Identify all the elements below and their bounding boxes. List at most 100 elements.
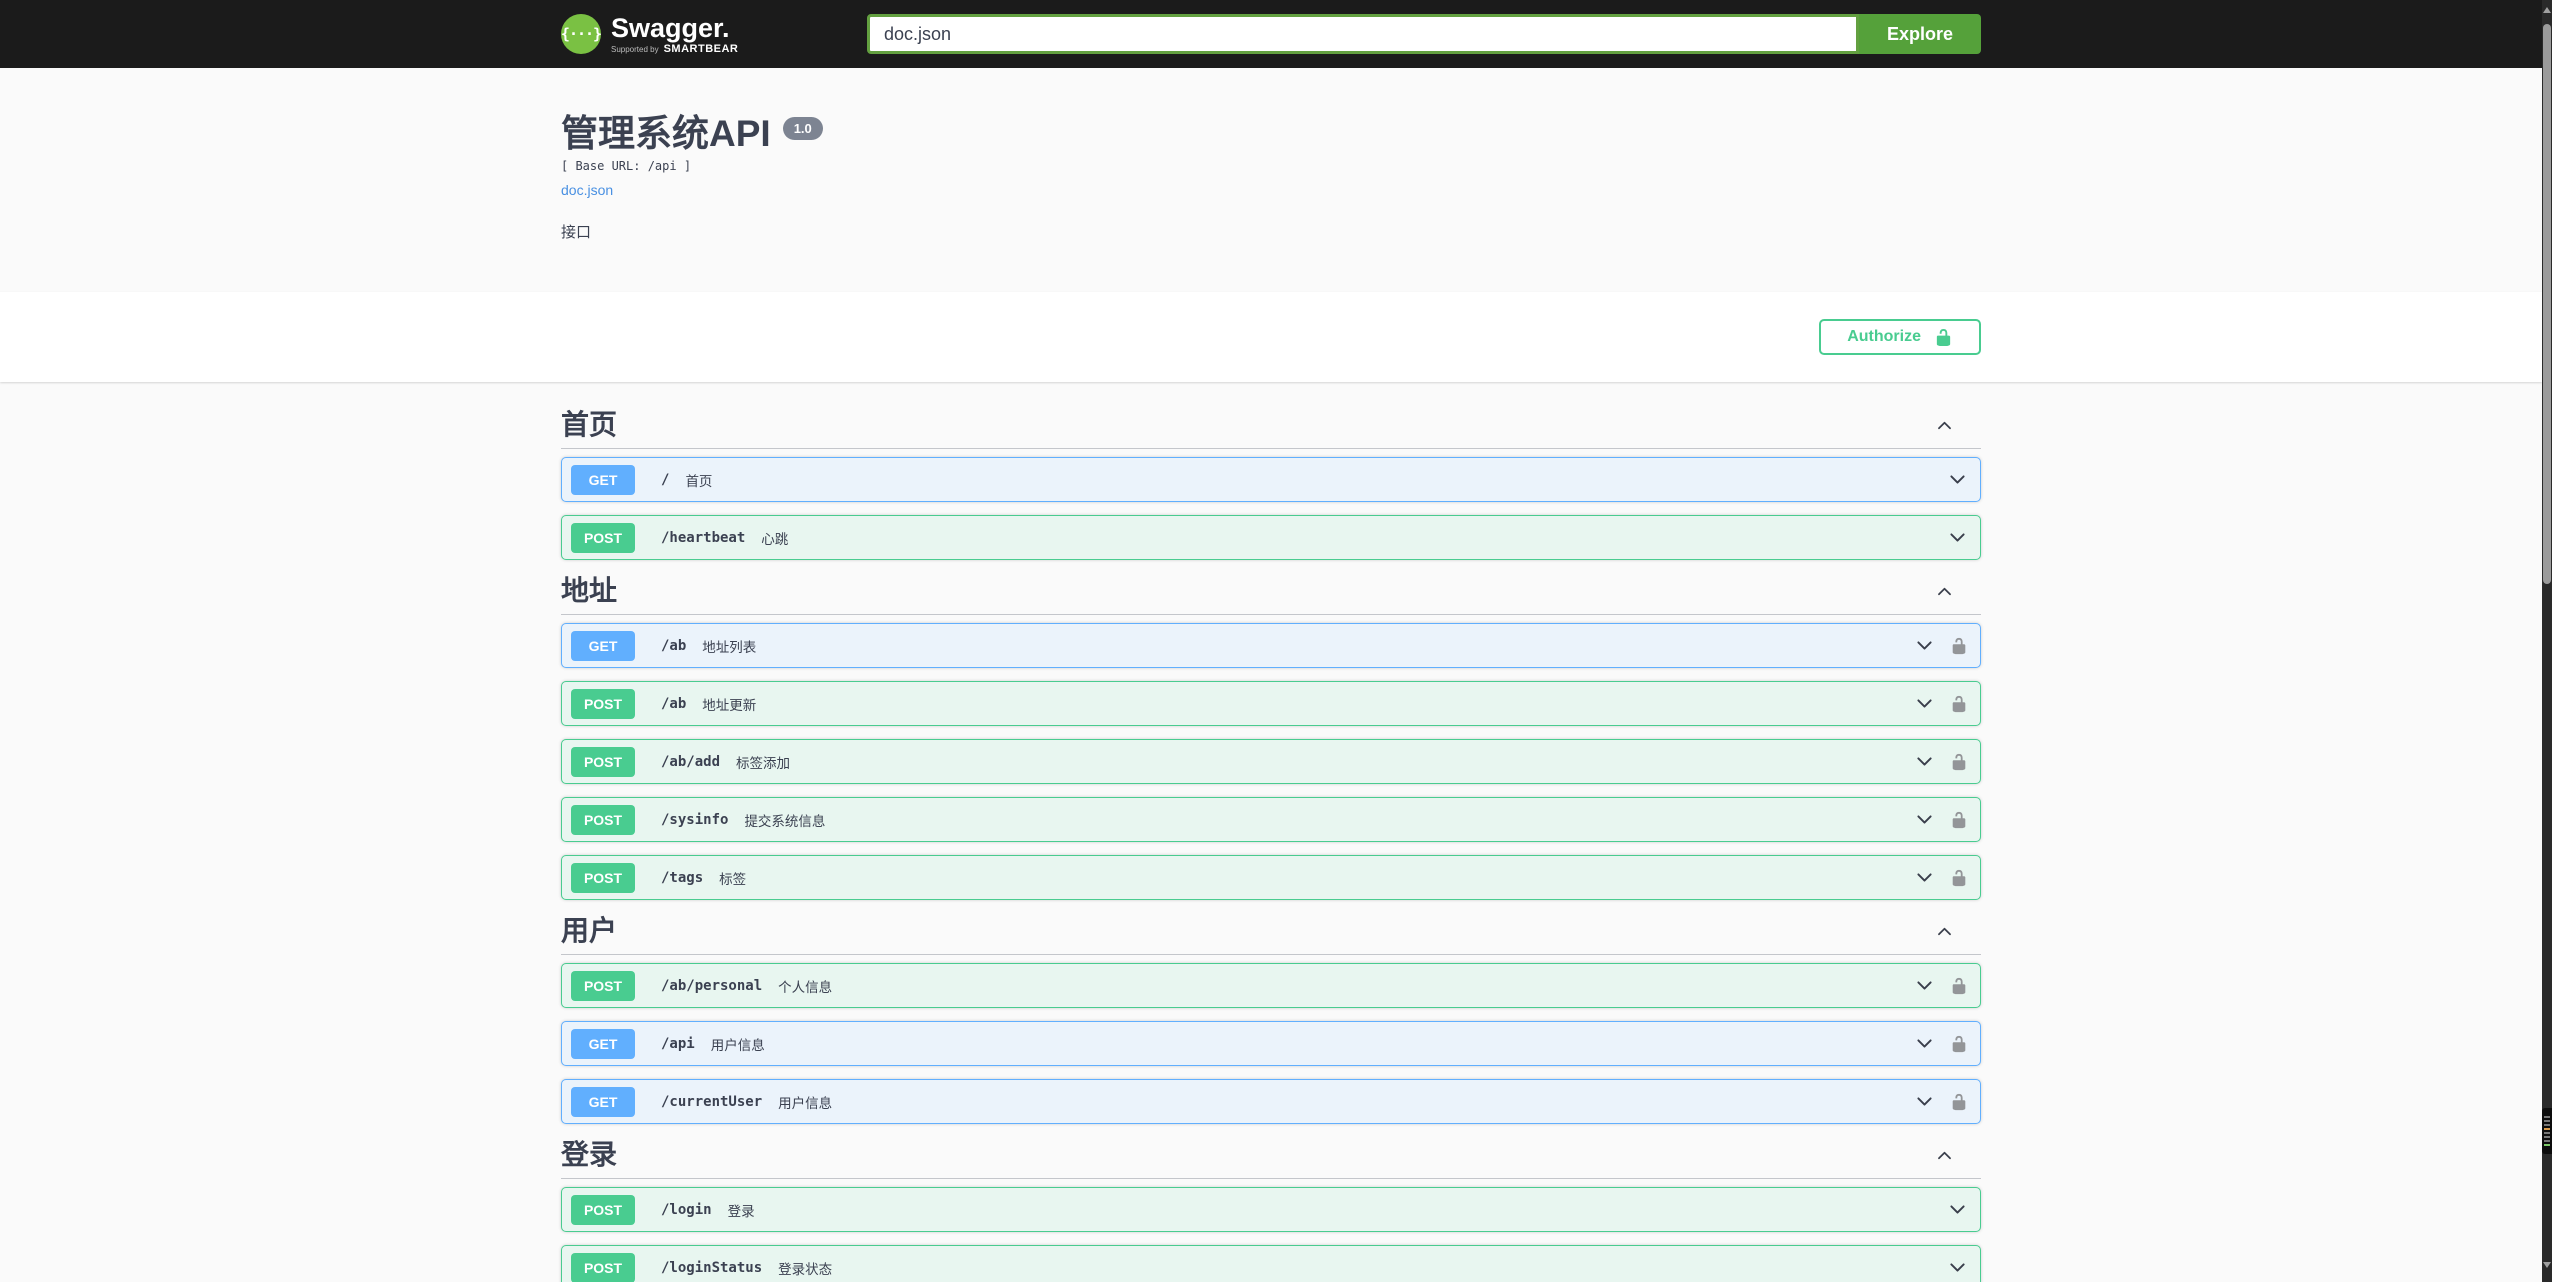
endpoint-path: /sysinfo xyxy=(661,811,729,828)
swagger-logo[interactable]: {···} Swagger. Supported by SMARTBEAR xyxy=(561,14,738,55)
endpoint-summary: 地址列表 xyxy=(702,639,757,655)
endpoint-row[interactable]: POST /login 登录 xyxy=(561,1187,1981,1232)
section-header[interactable]: 用户 xyxy=(561,913,1981,955)
method-badge: POST xyxy=(571,804,635,835)
logo-braces-glyph: {···} xyxy=(560,25,602,43)
chevron-up-icon[interactable] xyxy=(1935,1146,1954,1165)
endpoint-row[interactable]: POST /loginStatus 登录状态 xyxy=(561,1245,1981,1282)
lock-icon[interactable] xyxy=(1950,811,1968,829)
api-section: 地址 GET /ab 地址列表 POST /ab 地址更新 POST /ab/a… xyxy=(561,573,1981,900)
version-badge: 1.0 xyxy=(782,117,823,140)
chevron-up-icon[interactable] xyxy=(1935,922,1954,941)
method-badge: POST xyxy=(571,746,635,777)
authorize-label: Authorize xyxy=(1847,328,1921,345)
endpoint-row[interactable]: POST /ab/personal 个人信息 xyxy=(561,963,1981,1008)
endpoint-row[interactable]: GET /api 用户信息 xyxy=(561,1021,1981,1066)
endpoint-row[interactable]: GET /currentUser 用户信息 xyxy=(561,1079,1981,1124)
api-section: 首页 GET / 首页 POST /heartbeat 心跳 xyxy=(561,407,1981,560)
chevron-down-icon[interactable] xyxy=(1914,1033,1935,1054)
spec-url-input[interactable] xyxy=(867,14,1859,54)
explore-button[interactable]: Explore xyxy=(1859,14,1981,54)
section-title: 首页 xyxy=(561,409,618,440)
api-title-text: 管理系统API xyxy=(561,113,771,154)
endpoint-path: /ab/personal xyxy=(661,977,763,994)
endpoint-summary: 登录 xyxy=(727,1203,755,1219)
lock-icon[interactable] xyxy=(1950,695,1968,713)
lock-icon[interactable] xyxy=(1950,869,1968,887)
base-url: [ Base URL: /api ] xyxy=(561,159,692,173)
chevron-down-icon[interactable] xyxy=(1947,1199,1968,1220)
endpoint-path: /ab/add xyxy=(661,753,721,770)
section-title: 用户 xyxy=(561,915,618,946)
endpoint-summary: 用户信息 xyxy=(710,1037,765,1053)
lock-icon[interactable] xyxy=(1950,1093,1968,1111)
endpoint-row[interactable]: GET / 首页 xyxy=(561,457,1981,502)
scheme-container: Authorize xyxy=(0,292,2542,382)
endpoint-summary: 登录状态 xyxy=(778,1261,833,1277)
endpoint-row[interactable]: POST /sysinfo 提交系统信息 xyxy=(561,797,1981,842)
topbar: {···} Swagger. Supported by SMARTBEAR Ex… xyxy=(0,0,2542,68)
lock-icon[interactable] xyxy=(1950,1035,1968,1053)
chevron-down-icon[interactable] xyxy=(1914,635,1935,656)
method-badge: GET xyxy=(571,1086,635,1117)
endpoint-path: /login xyxy=(661,1201,712,1218)
endpoint-row[interactable]: POST /heartbeat 心跳 xyxy=(561,515,1981,560)
authorize-button[interactable]: Authorize xyxy=(1819,319,1981,355)
swagger-logo-icon: {···} xyxy=(560,14,602,54)
section-title: 登录 xyxy=(561,1139,618,1170)
endpoint-summary: 个人信息 xyxy=(778,979,833,995)
swagger-ui-page: {···} Swagger. Supported by SMARTBEAR Ex… xyxy=(0,0,2542,1282)
endpoint-row[interactable]: POST /ab 地址更新 xyxy=(561,681,1981,726)
method-badge: POST xyxy=(571,862,635,893)
chevron-down-icon[interactable] xyxy=(1914,1091,1935,1112)
chevron-down-icon[interactable] xyxy=(1947,469,1968,490)
endpoint-row[interactable]: GET /ab 地址列表 xyxy=(561,623,1981,668)
lock-icon[interactable] xyxy=(1950,977,1968,995)
lock-icon[interactable] xyxy=(1950,753,1968,771)
endpoint-path: /ab xyxy=(661,637,687,654)
spec-link[interactable]: doc.json xyxy=(561,182,613,198)
endpoint-path: /heartbeat xyxy=(661,529,746,546)
scrollbar-down-button[interactable] xyxy=(2543,1262,2551,1268)
method-badge: POST xyxy=(571,1194,635,1225)
section-header[interactable]: 登录 xyxy=(561,1137,1981,1179)
endpoint-summary: 地址更新 xyxy=(702,697,757,713)
unlock-icon xyxy=(1936,328,1951,346)
method-badge: GET xyxy=(571,464,635,495)
endpoint-path: /ab xyxy=(661,695,687,712)
api-info-section: 管理系统API 1.0 [ Base URL: /api ] doc.json … xyxy=(0,68,2542,292)
lock-icon[interactable] xyxy=(1950,637,1968,655)
section-header[interactable]: 首页 xyxy=(561,407,1981,449)
logo-tagline: Supported by SMARTBEAR xyxy=(611,42,739,55)
chevron-down-icon[interactable] xyxy=(1947,527,1968,548)
endpoint-list: POST /ab/personal 个人信息 GET /api 用户信息 GET… xyxy=(561,955,1981,1124)
section-header[interactable]: 地址 xyxy=(561,573,1981,615)
logo-wordmark: Swagger. xyxy=(611,12,730,43)
chevron-down-icon[interactable] xyxy=(1914,751,1935,772)
method-badge: GET xyxy=(571,630,635,661)
chevron-down-icon[interactable] xyxy=(1914,809,1935,830)
endpoint-path: /tags xyxy=(661,869,704,886)
method-badge: POST xyxy=(571,688,635,719)
chevron-up-icon[interactable] xyxy=(1935,416,1954,435)
section-title: 地址 xyxy=(561,575,618,606)
endpoint-list: GET / 首页 POST /heartbeat 心跳 xyxy=(561,449,1981,560)
endpoint-path: /currentUser xyxy=(661,1093,763,1110)
chevron-down-icon[interactable] xyxy=(1914,975,1935,996)
chevron-down-icon[interactable] xyxy=(1914,693,1935,714)
chevron-down-icon[interactable] xyxy=(1947,1257,1968,1278)
endpoint-path: /loginStatus xyxy=(661,1259,763,1276)
chevron-down-icon[interactable] xyxy=(1914,867,1935,888)
page-title: 管理系统API 1.0 xyxy=(561,113,1981,155)
page-scrollbar[interactable] xyxy=(2542,0,2552,1282)
scrollbar-annotation-marker xyxy=(2542,1108,2552,1154)
endpoint-list: POST /login 登录 POST /loginStatus 登录状态 xyxy=(561,1179,1981,1282)
scrollbar-thumb[interactable] xyxy=(2543,24,2551,584)
endpoint-row[interactable]: POST /ab/add 标签添加 xyxy=(561,739,1981,784)
api-section: 登录 POST /login 登录 POST /loginStatus 登录状态 xyxy=(561,1137,1981,1282)
method-badge: POST xyxy=(571,522,635,553)
scrollbar-up-button[interactable] xyxy=(2543,7,2551,13)
chevron-up-icon[interactable] xyxy=(1935,582,1954,601)
endpoint-summary: 标签添加 xyxy=(736,755,791,771)
endpoint-row[interactable]: POST /tags 标签 xyxy=(561,855,1981,900)
